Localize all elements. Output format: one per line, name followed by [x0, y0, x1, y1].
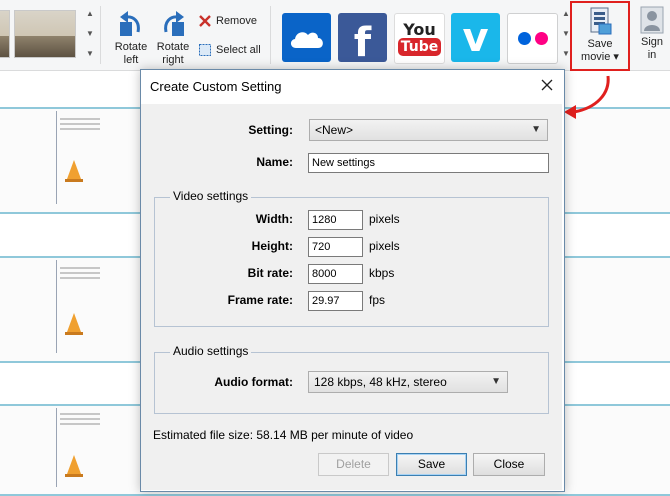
user-avatar-icon — [640, 6, 664, 34]
youtube-icon-bottom: Tube — [397, 37, 442, 56]
chevron-down-icon: ▼ — [531, 124, 541, 135]
delete-button[interactable]: Delete — [318, 453, 389, 476]
rotate-right-button[interactable]: Rotate right — [152, 8, 194, 67]
width-field[interactable]: 1280 — [308, 210, 363, 230]
facebook-share-button[interactable]: f — [338, 13, 387, 66]
select-all-label: Select all — [216, 44, 261, 56]
width-unit: pixels — [369, 212, 400, 226]
clip-placeholder-icon — [65, 313, 83, 335]
save-movie-button[interactable]: Save movie ▾ — [570, 1, 630, 71]
theme-thumbnail[interactable] — [0, 10, 10, 58]
setting-label: Setting: — [248, 123, 293, 137]
bitrate-unit: kbps — [369, 266, 395, 280]
scroll-up-icon[interactable]: ▲ — [84, 4, 96, 24]
flickr-share-button[interactable] — [507, 13, 558, 64]
onedrive-share-button[interactable] — [282, 13, 331, 62]
framerate-unit: fps — [369, 293, 386, 307]
clip-placeholder-icon — [65, 455, 83, 477]
save-button[interactable]: Save — [396, 453, 467, 476]
audio-format-dropdown[interactable]: 128 kbps, 48 kHz, stereo ▼ — [308, 371, 508, 393]
name-field[interactable]: New settings — [308, 153, 549, 173]
framerate-label: Frame rate: — [227, 293, 293, 307]
remove-label: Remove — [216, 15, 257, 27]
facebook-icon: f — [353, 19, 372, 66]
ribbon: ▲ ▼ ▼ Rotate left Rotate right Remove Se… — [0, 0, 670, 71]
sign-in-button[interactable]: Sign in — [636, 6, 668, 62]
width-label: Width: — [255, 212, 293, 226]
estimated-size-text: Estimated file size: 58.14 MB per minute… — [153, 428, 414, 442]
youtube-icon-top: You — [403, 19, 436, 39]
setting-dropdown[interactable]: <New> ▼ — [309, 119, 548, 141]
vimeo-share-button[interactable]: v — [451, 13, 500, 62]
select-all-icon — [199, 44, 211, 56]
height-label: Height: — [251, 239, 293, 253]
youtube-share-button[interactable]: You Tube — [394, 13, 445, 64]
cloud-icon — [290, 31, 323, 48]
name-label: Name: — [256, 155, 293, 169]
audio-format-value: 128 kbps, 48 kHz, stereo — [314, 375, 447, 389]
rotate-left-button[interactable]: Rotate left — [110, 8, 152, 67]
rotate-right-label: Rotate right — [156, 41, 190, 66]
bitrate-field[interactable]: 8000 — [308, 264, 363, 284]
save-movie-label: Save movie ▾ — [581, 38, 619, 63]
remove-x-icon — [199, 15, 211, 27]
clip-placeholder-icon — [65, 160, 83, 182]
save-movie-icon — [590, 7, 612, 35]
dialog-body: Setting: <New> ▼ Name: New settings Vide… — [141, 104, 562, 490]
video-settings-title: Video settings — [170, 189, 252, 203]
rotate-left-label: Rotate left — [114, 41, 148, 66]
audio-format-label: Audio format: — [214, 375, 293, 389]
bitrate-label: Bit rate: — [247, 266, 293, 280]
audio-settings-title: Audio settings — [170, 344, 252, 358]
chevron-down-icon: ▼ — [491, 376, 501, 387]
gallery-scroll[interactable]: ▲ ▼ ▼ — [84, 4, 96, 64]
framerate-field[interactable]: 29.97 — [308, 291, 363, 311]
height-unit: pixels — [369, 239, 400, 253]
rotate-right-icon — [164, 11, 184, 36]
flickr-blue-dot-icon — [517, 32, 531, 45]
close-icon[interactable] — [538, 76, 556, 94]
annotation-arrow-icon — [564, 75, 610, 119]
create-custom-setting-dialog: Create Custom Setting Setting: <New> ▼ N… — [140, 69, 565, 492]
theme-thumbnail[interactable] — [14, 10, 76, 58]
select-all-button[interactable]: Select all — [198, 43, 261, 57]
close-button[interactable]: Close — [473, 453, 545, 476]
flickr-pink-dot-icon — [534, 32, 548, 45]
remove-button[interactable]: Remove — [198, 14, 257, 28]
height-field[interactable]: 720 — [308, 237, 363, 257]
scroll-down-icon[interactable]: ▼ — [84, 24, 96, 44]
expand-gallery-icon[interactable]: ▼ — [84, 44, 96, 64]
setting-value: <New> — [315, 123, 354, 137]
dialog-title: Create Custom Setting — [150, 79, 282, 94]
vimeo-icon: v — [462, 14, 489, 61]
sign-in-label: Sign in — [640, 36, 664, 61]
rotate-left-icon — [120, 11, 140, 36]
